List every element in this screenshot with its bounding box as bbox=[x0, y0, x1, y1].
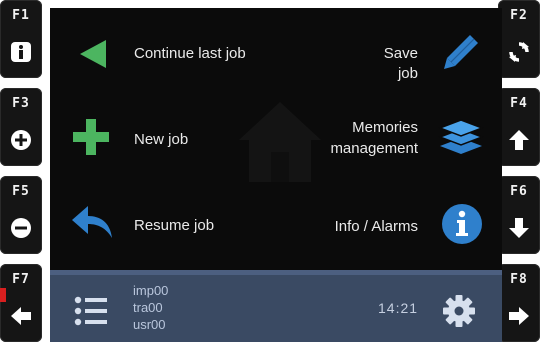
new-job-label: New job bbox=[134, 131, 189, 148]
f7-key[interactable]: F7 bbox=[0, 264, 42, 342]
status-bar-strip bbox=[50, 270, 502, 275]
arrow-up-icon bbox=[509, 130, 529, 150]
new-job-button[interactable]: New job bbox=[50, 96, 276, 184]
f8-label: F8 bbox=[510, 272, 528, 287]
arrow-right-icon bbox=[509, 307, 529, 325]
pencil-icon bbox=[444, 35, 478, 69]
arrow-down-icon bbox=[509, 218, 529, 238]
continue-last-job-label: Continue last job bbox=[134, 45, 246, 62]
f8-key[interactable]: F8 bbox=[498, 264, 540, 342]
f1-key[interactable]: F1 bbox=[0, 0, 42, 78]
f2-label: F2 bbox=[510, 8, 528, 23]
list-menu-icon[interactable] bbox=[74, 296, 108, 326]
f4-label: F4 bbox=[510, 96, 528, 111]
status-line-3: usr00 bbox=[133, 317, 166, 332]
gear-icon[interactable] bbox=[442, 294, 476, 328]
plus-icon bbox=[73, 119, 109, 155]
red-indicator bbox=[0, 288, 6, 302]
minus-circle-icon bbox=[11, 218, 31, 238]
f5-key[interactable]: F5 bbox=[0, 176, 42, 254]
f6-key[interactable]: F6 bbox=[498, 176, 540, 254]
save-job-button[interactable]: Save job bbox=[276, 8, 502, 96]
memories-management-button[interactable]: Memories management bbox=[276, 96, 502, 184]
f3-label: F3 bbox=[12, 96, 30, 111]
layers-icon bbox=[438, 119, 484, 154]
f1-label: F1 bbox=[12, 8, 30, 23]
f6-label: F6 bbox=[510, 184, 528, 199]
arrow-left-icon bbox=[11, 307, 31, 325]
memories-line2-label: management bbox=[330, 140, 418, 157]
f2-key[interactable]: F2 bbox=[498, 0, 540, 78]
status-bar: imp00 tra00 usr00 14:21 bbox=[50, 270, 502, 342]
memories-line1-label: Memories bbox=[352, 119, 418, 136]
f5-label: F5 bbox=[12, 184, 30, 199]
info-alarms-label: Info / Alarms bbox=[334, 218, 418, 235]
user-info: imp00 tra00 usr00 bbox=[133, 282, 168, 333]
f7-label: F7 bbox=[12, 272, 30, 287]
play-back-icon bbox=[80, 40, 106, 68]
status-line-2: tra00 bbox=[133, 300, 163, 315]
continue-last-job-button[interactable]: Continue last job bbox=[50, 8, 276, 96]
resume-job-button[interactable]: Resume job bbox=[50, 184, 276, 270]
refresh-icon bbox=[509, 42, 529, 62]
undo-arrow-icon bbox=[72, 206, 112, 238]
f4-key[interactable]: F4 bbox=[498, 88, 540, 166]
save-job-label: Save job bbox=[383, 45, 418, 82]
clock: 14:21 bbox=[378, 300, 419, 316]
f3-key[interactable]: F3 bbox=[0, 88, 42, 166]
main-screen: Continue last job Save job New job Memor… bbox=[50, 8, 502, 342]
info-alarms-button[interactable]: Info / Alarms bbox=[276, 184, 502, 270]
info-circle-icon bbox=[442, 204, 482, 244]
resume-job-label: Resume job bbox=[134, 217, 215, 234]
info-icon bbox=[11, 42, 31, 62]
status-line-1: imp00 bbox=[133, 283, 169, 298]
plus-circle-icon bbox=[11, 130, 31, 150]
